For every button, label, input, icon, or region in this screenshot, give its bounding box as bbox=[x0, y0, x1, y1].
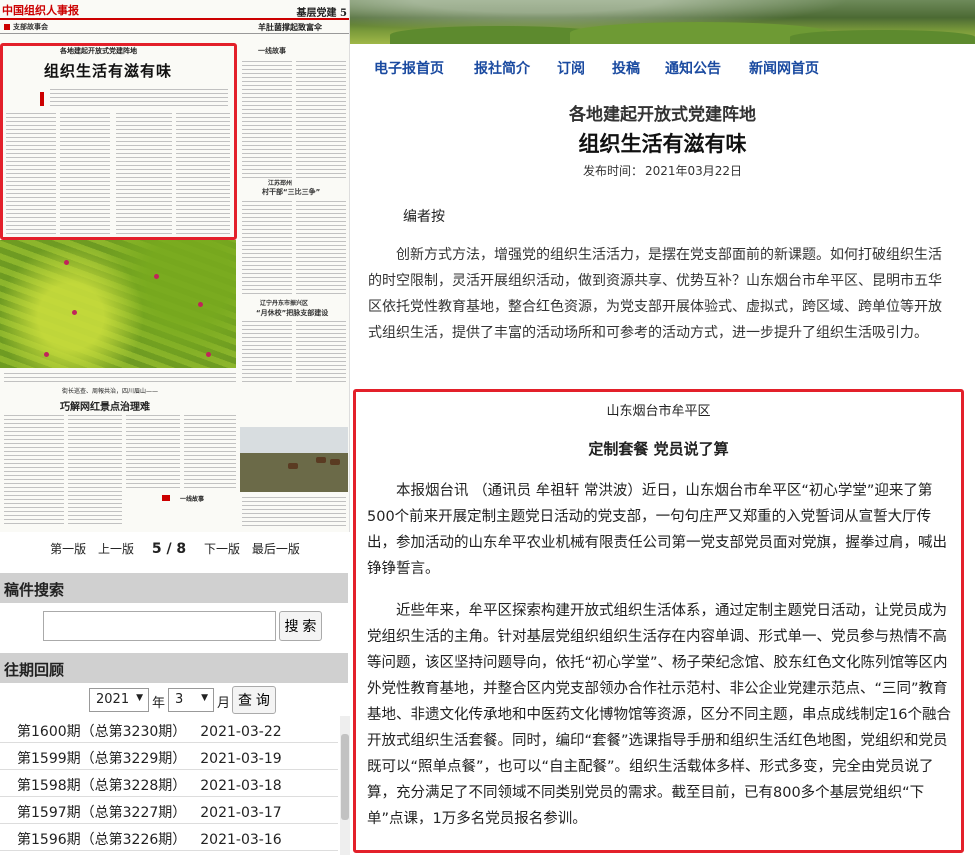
thumbnail-field-photo bbox=[0, 240, 236, 368]
thumbnail-bottom-headline: 巧解网红景点治理难 bbox=[60, 402, 150, 413]
photo-cow bbox=[330, 459, 340, 465]
issue-list-scrollbar[interactable] bbox=[340, 716, 350, 855]
issue-list-item[interactable]: 第1599期（总第3229期） 2021-03-19 bbox=[0, 743, 338, 770]
article-title: 组织生活有滋有味 bbox=[578, 132, 747, 156]
page-pager: 第一版 上一版 5 / 8 下一版 最后一版 bbox=[0, 540, 350, 562]
issue-list-item[interactable]: 第1596期（总第3226期） 2021-03-16 bbox=[0, 824, 338, 851]
thumbnail-bottom-kicker: 街长巡查、周報共治，四川眉山—— bbox=[62, 388, 159, 395]
year-unit-label: 年 bbox=[152, 696, 166, 711]
page-thumbnail[interactable]: 中国组织人事报 基层党建 5 支部故事会 羊肚菌撑起致富伞 各地建起开放式党建阵… bbox=[0, 0, 350, 532]
month-select[interactable]: 3 ▼ bbox=[168, 688, 214, 712]
thumbnail-top-headline: 羊肚菌撑起致富伞 bbox=[258, 23, 322, 32]
thumbnail-section-label: 支部故事会 bbox=[4, 22, 48, 32]
editor-note-label: 编者按 bbox=[403, 209, 445, 225]
thumbnail-text-block bbox=[296, 60, 346, 180]
header-banner-image bbox=[350, 0, 975, 44]
highlighted-article-section: 山东烟台市牟平区 定制套餐 党员说了算 本报烟台讯 （通讯员 牟祖轩 常洪波）近… bbox=[353, 389, 964, 853]
banner-hill bbox=[790, 30, 975, 44]
photo-cow bbox=[316, 457, 326, 463]
thumbnail-section-bar: 支部故事会 羊肚菌撑起致富伞 bbox=[0, 20, 349, 34]
thumbnail-text-block bbox=[184, 414, 236, 490]
month-select-value: 3 bbox=[175, 692, 184, 707]
thumbnail-side-heading: 一线故事 bbox=[258, 47, 286, 55]
nav-submit[interactable]: 投稿 bbox=[612, 58, 640, 78]
thumbnail-caption bbox=[4, 372, 236, 382]
thumbnail-farm-photo bbox=[240, 427, 348, 492]
thumbnail-text-block bbox=[296, 320, 346, 385]
photo-figure bbox=[154, 274, 159, 279]
photo-cow bbox=[288, 463, 298, 469]
publish-date: 发布时间： 2021年03月22日 bbox=[582, 164, 743, 178]
first-page-link[interactable]: 第一版 bbox=[50, 542, 86, 556]
issue-list-item[interactable]: 第1600期（总第3230期） 2021-03-22 bbox=[0, 716, 338, 743]
nav-epaper-home[interactable]: 电子报首页 bbox=[374, 58, 444, 78]
thumbnail-text-block bbox=[68, 414, 122, 526]
article-kicker: 各地建起开放式党建阵地 bbox=[569, 105, 756, 125]
left-column: 中国组织人事报 基层党建 5 支部故事会 羊肚菌撑起致富伞 各地建起开放式党建阵… bbox=[0, 0, 350, 855]
section-place: 山东烟台市牟平区 bbox=[606, 404, 711, 419]
section-title: 定制套餐 党员说了算 bbox=[588, 440, 729, 458]
prev-page-link[interactable]: 上一版 bbox=[98, 542, 134, 556]
year-select-value: 2021 bbox=[96, 692, 130, 707]
issue-list: 第1600期（总第3230期） 2021-03-22 第1599期（总第3229期… bbox=[0, 716, 338, 851]
photo-figure bbox=[206, 352, 211, 357]
chevron-down-icon: ▼ bbox=[201, 693, 208, 703]
thumbnail-text-block bbox=[242, 200, 292, 295]
thumbnail-bottom-label: 一线故事 bbox=[180, 496, 205, 503]
newspaper-logo: 中国组织人事报 bbox=[2, 4, 79, 17]
issue-list-item[interactable]: 第1597期（总第3227期） 2021-03-17 bbox=[0, 797, 338, 824]
thumbnail-text-block bbox=[242, 496, 346, 526]
thumbnail-page-label: 基层党建 5 bbox=[296, 8, 347, 19]
year-select[interactable]: 2021 ▼ bbox=[89, 688, 149, 712]
thumbnail-side-heading: 村干部“三比三争” bbox=[262, 188, 321, 196]
thumbnail-flag-icon bbox=[162, 495, 170, 501]
query-button[interactable]: 查 询 bbox=[232, 686, 276, 714]
nav-about[interactable]: 报社简介 bbox=[474, 58, 530, 78]
search-input[interactable] bbox=[43, 611, 276, 641]
current-page-indicator: 5 / 8 bbox=[151, 541, 187, 557]
month-unit-label: 月 bbox=[217, 696, 231, 711]
nav-notices[interactable]: 通知公告 bbox=[665, 58, 721, 78]
search-button[interactable]: 搜 索 bbox=[279, 611, 322, 641]
article-paragraph: 本报烟台讯 （通讯员 牟祖轩 常洪波）近日，山东烟台市牟平区“初心学堂”迎来了第… bbox=[367, 483, 947, 577]
last-page-link[interactable]: 最后一版 bbox=[252, 542, 300, 556]
thumbnail-text-block bbox=[242, 320, 292, 385]
chevron-down-icon: ▼ bbox=[136, 693, 143, 703]
photo-figure bbox=[72, 310, 77, 315]
thumbnail-side-heading: 辽宁丹东市振兴区 bbox=[260, 300, 309, 307]
thumbnail-side-heading: “月休校”把脉支部建设 bbox=[256, 309, 329, 317]
editor-note-text: 创新方式方法，增强党的组织生活活力，是摆在党支部面前的新课题。如何打破组织生活的… bbox=[368, 247, 942, 341]
top-navigation: 电子报首页 报社简介 订阅 投稿 通知公告 新闻网首页 bbox=[350, 58, 975, 78]
search-panel-heading: 稿件搜索 bbox=[0, 573, 348, 603]
thumbnail-text-block bbox=[4, 414, 64, 526]
photo-figure bbox=[64, 260, 69, 265]
thumbnail-side-heading: 江苏邳州 bbox=[268, 180, 293, 187]
thumbnail-masthead: 中国组织人事报 基层党建 5 bbox=[0, 0, 349, 20]
issue-list-item[interactable]: 第1598期（总第3228期） 2021-03-18 bbox=[0, 770, 338, 797]
scrollbar-thumb[interactable] bbox=[341, 734, 349, 820]
photo-figure bbox=[44, 352, 49, 357]
thumbnail-text-block bbox=[126, 414, 180, 490]
archive-panel-heading: 往期回顾 bbox=[0, 653, 348, 683]
thumbnail-text-block bbox=[242, 60, 292, 180]
article-paragraph: 近些年来，牟平区探索构建开放式组织生活体系，通过定制主题党日活动，让党员成为党组… bbox=[367, 603, 951, 827]
nav-news-home[interactable]: 新闻网首页 bbox=[749, 58, 819, 78]
thumbnail-selected-article-highlight[interactable] bbox=[0, 43, 237, 240]
nav-subscribe[interactable]: 订阅 bbox=[557, 58, 585, 78]
thumbnail-text-block bbox=[296, 200, 346, 295]
next-page-link[interactable]: 下一版 bbox=[204, 542, 240, 556]
photo-figure bbox=[198, 302, 203, 307]
